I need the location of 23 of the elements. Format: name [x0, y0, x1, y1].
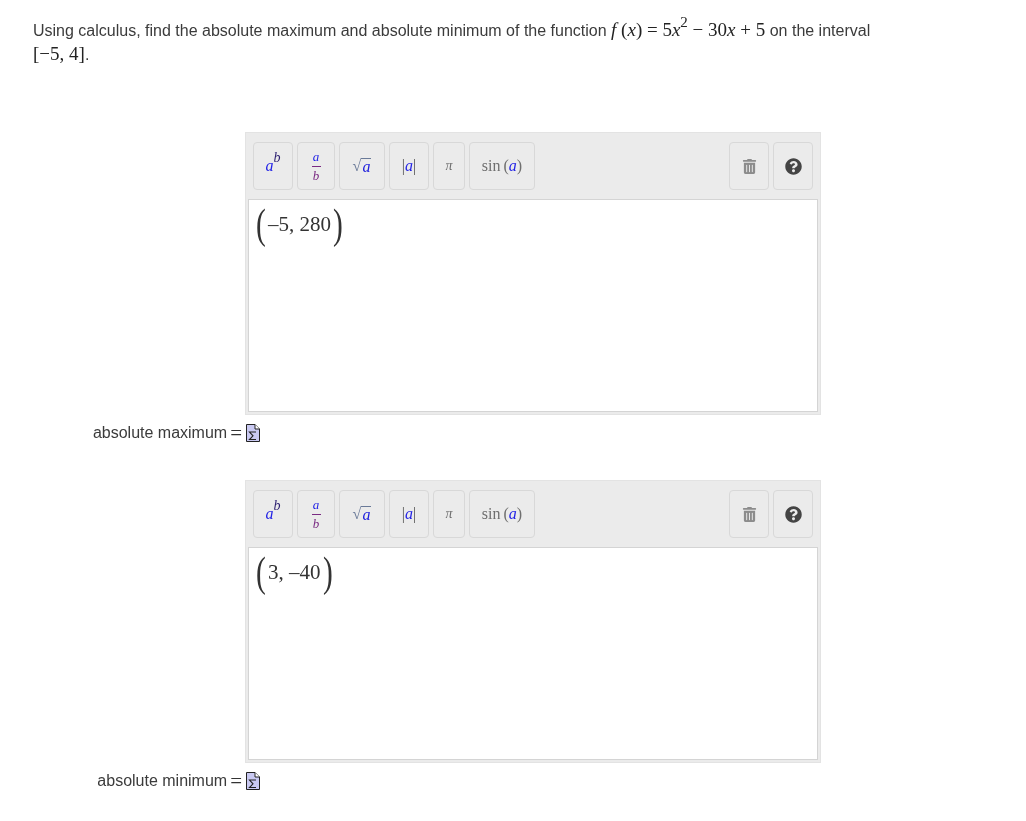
sine-button[interactable]: sin (a)	[469, 490, 535, 538]
fraction-button[interactable]: a b	[297, 490, 335, 538]
answer-label: absolute maximum	[92, 424, 228, 442]
trash-icon	[741, 158, 757, 174]
trash-icon	[741, 506, 757, 522]
sigma-document-icon[interactable]	[246, 424, 260, 442]
fraction-button[interactable]: a b	[297, 142, 335, 190]
square-root-button[interactable]: √a	[339, 142, 385, 190]
sine-button[interactable]: sin (a)	[469, 142, 535, 190]
pi-button[interactable]: π	[433, 490, 465, 538]
square-root-button[interactable]: √a	[339, 490, 385, 538]
question-text: Using calculus, find the absolute maximum and absolute minimum of the function f (x) = 5x$^{2}$ − 30x + 5 on the interval [−5, 4].	[33, 18, 872, 66]
pi-button[interactable]: π	[433, 142, 465, 190]
absolute-value-button[interactable]: |a|	[389, 490, 429, 538]
answer-label: absolute minimum	[97, 772, 228, 790]
help-icon	[784, 505, 802, 523]
absolute-value-button[interactable]: |a|	[389, 142, 429, 190]
help-button[interactable]	[773, 142, 813, 190]
help-icon	[784, 157, 802, 175]
equals-sign: =	[230, 423, 242, 443]
help-button[interactable]	[773, 490, 813, 538]
equals-sign: =	[230, 771, 242, 791]
sigma-document-icon[interactable]	[246, 772, 260, 790]
